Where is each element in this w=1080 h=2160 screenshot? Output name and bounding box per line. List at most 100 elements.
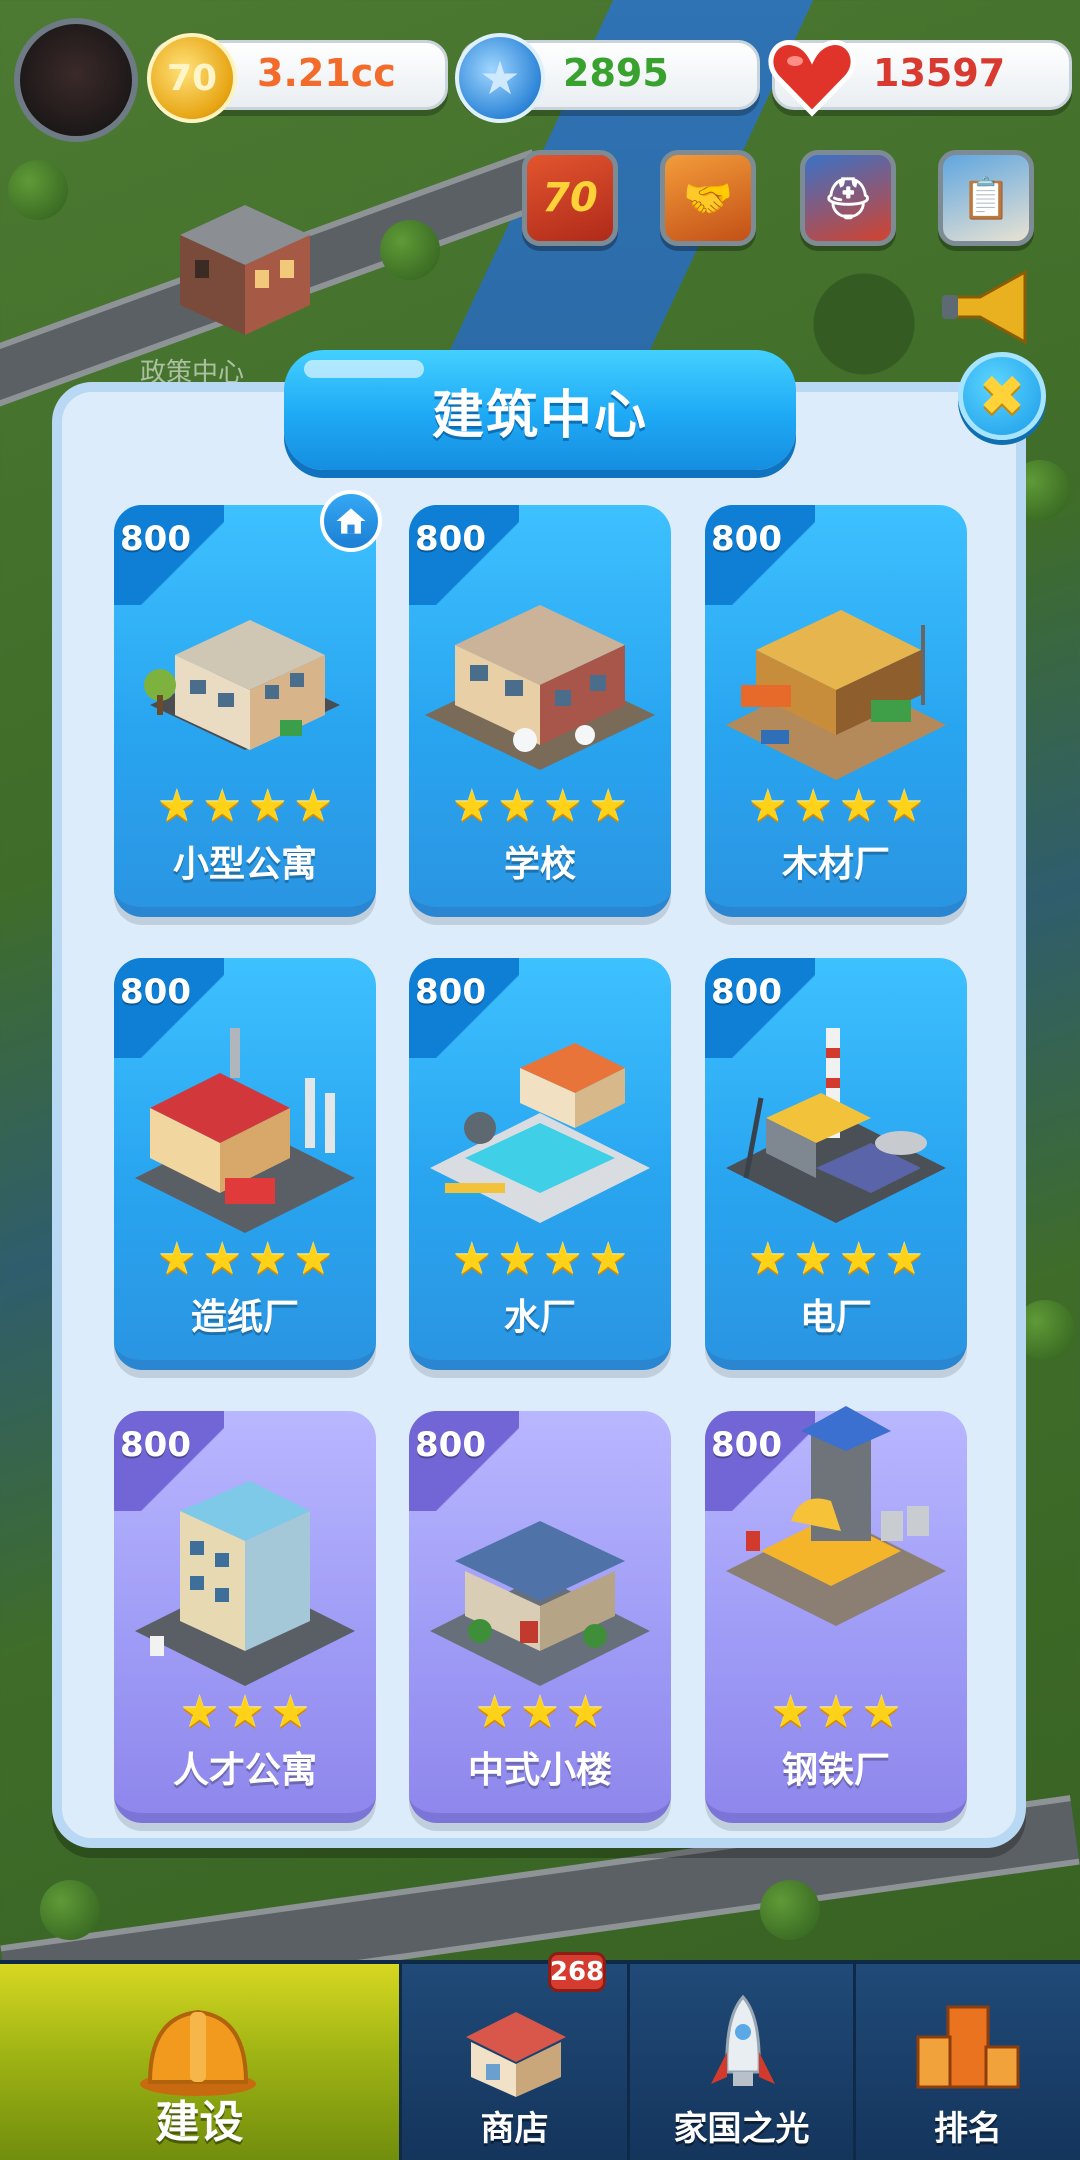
- star-rating: ★ ★ ★: [409, 1691, 671, 1735]
- task-list-icon: 📋: [961, 175, 1011, 222]
- coins-value: 3.21cc: [257, 51, 396, 95]
- star-rating: ★ ★ ★ ★: [705, 785, 967, 829]
- bottom-navigation: 建设 商店 家国之光 排名: [0, 1960, 1080, 2160]
- star-icon: ★: [248, 781, 288, 832]
- building-name: 造纸厂: [190, 1297, 299, 1338]
- building-name: 电厂: [799, 1297, 872, 1338]
- building-card-lumber-mill[interactable]: 800 ★ ★ ★ ★ 木材厂: [705, 505, 967, 917]
- handshake-icon: 🤝: [683, 175, 733, 222]
- nav-shop[interactable]: 商店: [402, 1964, 630, 2160]
- star-icon: ★: [497, 1234, 537, 1285]
- policy-center-building[interactable]: [160, 185, 330, 345]
- star-icon: ★: [588, 1234, 628, 1285]
- hard-hat-icon: [140, 2009, 256, 2096]
- anniversary-70-icon: 70: [542, 175, 598, 221]
- price-label: 800: [120, 519, 191, 559]
- rescue-icon: ⛑: [822, 175, 874, 222]
- megaphone-icon[interactable]: [940, 262, 1040, 352]
- hearts-counter[interactable]: 13597: [768, 40, 1072, 117]
- blue-star-coin-icon: ★: [455, 33, 545, 123]
- star-icon: ★: [793, 781, 833, 832]
- price-label: 800: [120, 1425, 191, 1465]
- star-rating: ★ ★ ★ ★: [705, 1238, 967, 1282]
- price-label: 800: [120, 972, 191, 1012]
- building-card-talent-apartment[interactable]: 800 ★ ★ ★ 人才公寓: [114, 1411, 376, 1823]
- water-plant-illustration: [430, 1043, 650, 1223]
- star-icon: ★: [861, 1687, 902, 1738]
- building-card-water-plant[interactable]: 800 ★ ★ ★ ★ 水厂: [409, 958, 671, 1370]
- nav-national-light[interactable]: 家国之光: [630, 1964, 856, 2160]
- star-icon: ★: [520, 1687, 560, 1738]
- lumber-mill-illustration: [726, 610, 946, 780]
- stars-value: 2895: [563, 51, 669, 95]
- star-icon: ★: [225, 1687, 265, 1738]
- close-x-icon: ✖: [978, 363, 1026, 429]
- star-icon: ★: [452, 1234, 492, 1285]
- star-rating: ★ ★ ★ ★: [409, 785, 671, 829]
- star-icon: ★: [497, 781, 537, 832]
- star-icon: ★: [565, 1687, 606, 1738]
- building-card-chinese-house[interactable]: 800 ★ ★ ★ 中式小楼: [409, 1411, 671, 1823]
- chinese-house-illustration: [430, 1521, 650, 1686]
- nav-national-light-label: 家国之光: [673, 2109, 810, 2149]
- star-icon: ★: [202, 781, 242, 832]
- podium-icon: [916, 2005, 1020, 2089]
- steel-mill-illustration: [726, 1406, 946, 1626]
- shop-notification-badge: 268: [548, 1952, 606, 1992]
- star-icon: ★: [588, 781, 628, 832]
- power-plant-illustration: [726, 1028, 946, 1223]
- nav-ranking[interactable]: 排名: [856, 1964, 1080, 2160]
- building-card-steel-mill[interactable]: 800 ★ ★ ★ 钢铁厂: [705, 1406, 967, 1823]
- building-name: 钢铁厂: [781, 1750, 890, 1791]
- price-label: 800: [711, 519, 782, 559]
- star-icon: ★: [452, 781, 492, 832]
- star-icon: ★: [543, 1234, 583, 1285]
- star-icon: ★: [293, 781, 333, 832]
- star-icon: ★: [839, 781, 879, 832]
- star-icon: ★: [884, 781, 924, 832]
- star-icon: ★: [839, 1234, 879, 1285]
- star-rating: ★ ★ ★ ★: [114, 1238, 376, 1282]
- building-card-small-apartment[interactable]: 800 ★ ★ ★ ★ 小型公寓: [114, 505, 376, 917]
- price-label: 800: [415, 1425, 486, 1465]
- star-icon: ★: [543, 781, 583, 832]
- building-name: 学校: [503, 844, 576, 885]
- cooperation-button[interactable]: 🤝: [660, 150, 756, 246]
- rescue-button[interactable]: ⛑: [800, 150, 896, 246]
- tree: [760, 1880, 820, 1940]
- tasks-button[interactable]: 📋: [938, 150, 1034, 246]
- anniversary-70-button[interactable]: 70: [522, 150, 618, 246]
- building-card-paper-mill[interactable]: 800 ★ ★ ★ ★ 造纸厂: [114, 958, 376, 1370]
- star-rating: ★ ★ ★: [114, 1691, 376, 1735]
- nav-ranking-label: 排名: [934, 2109, 1002, 2149]
- stars-counter[interactable]: ★ 2895: [455, 33, 760, 123]
- star-icon: ★: [270, 1687, 311, 1738]
- star-icon: ★: [202, 1234, 242, 1285]
- star-rating: ★ ★ ★: [705, 1691, 967, 1735]
- price-label: 800: [415, 519, 486, 559]
- star-icon: ★: [770, 1687, 811, 1738]
- star-icon: ★: [248, 1234, 288, 1285]
- tree: [40, 1880, 100, 1940]
- price-label: 800: [711, 972, 782, 1012]
- close-button[interactable]: ✖: [958, 352, 1046, 440]
- star-rating: ★ ★ ★ ★: [114, 785, 376, 829]
- player-avatar[interactable]: [14, 18, 138, 142]
- home-icon: [320, 490, 382, 552]
- star-icon: ★: [793, 1234, 833, 1285]
- gold-coin-icon: 70: [147, 33, 237, 123]
- red-heart-icon: [767, 33, 857, 123]
- star-rating: ★ ★ ★ ★: [409, 1238, 671, 1282]
- building-card-school[interactable]: 800 ★ ★ ★ ★ 学校: [409, 505, 671, 917]
- coins-counter[interactable]: 70 3.21cc: [147, 33, 448, 123]
- building-card-power-plant[interactable]: 800 ★ ★ ★ ★ 电厂: [705, 958, 967, 1370]
- star-icon: ★: [816, 1687, 856, 1738]
- star-icon: ★: [748, 781, 788, 832]
- hearts-value: 13597: [873, 51, 1006, 95]
- price-label: 800: [415, 972, 486, 1012]
- tree: [8, 160, 68, 220]
- nav-build[interactable]: 建设: [0, 1964, 402, 2160]
- star-icon: ★: [157, 781, 197, 832]
- building-name: 中式小楼: [467, 1750, 612, 1791]
- star-icon: ★: [179, 1687, 220, 1738]
